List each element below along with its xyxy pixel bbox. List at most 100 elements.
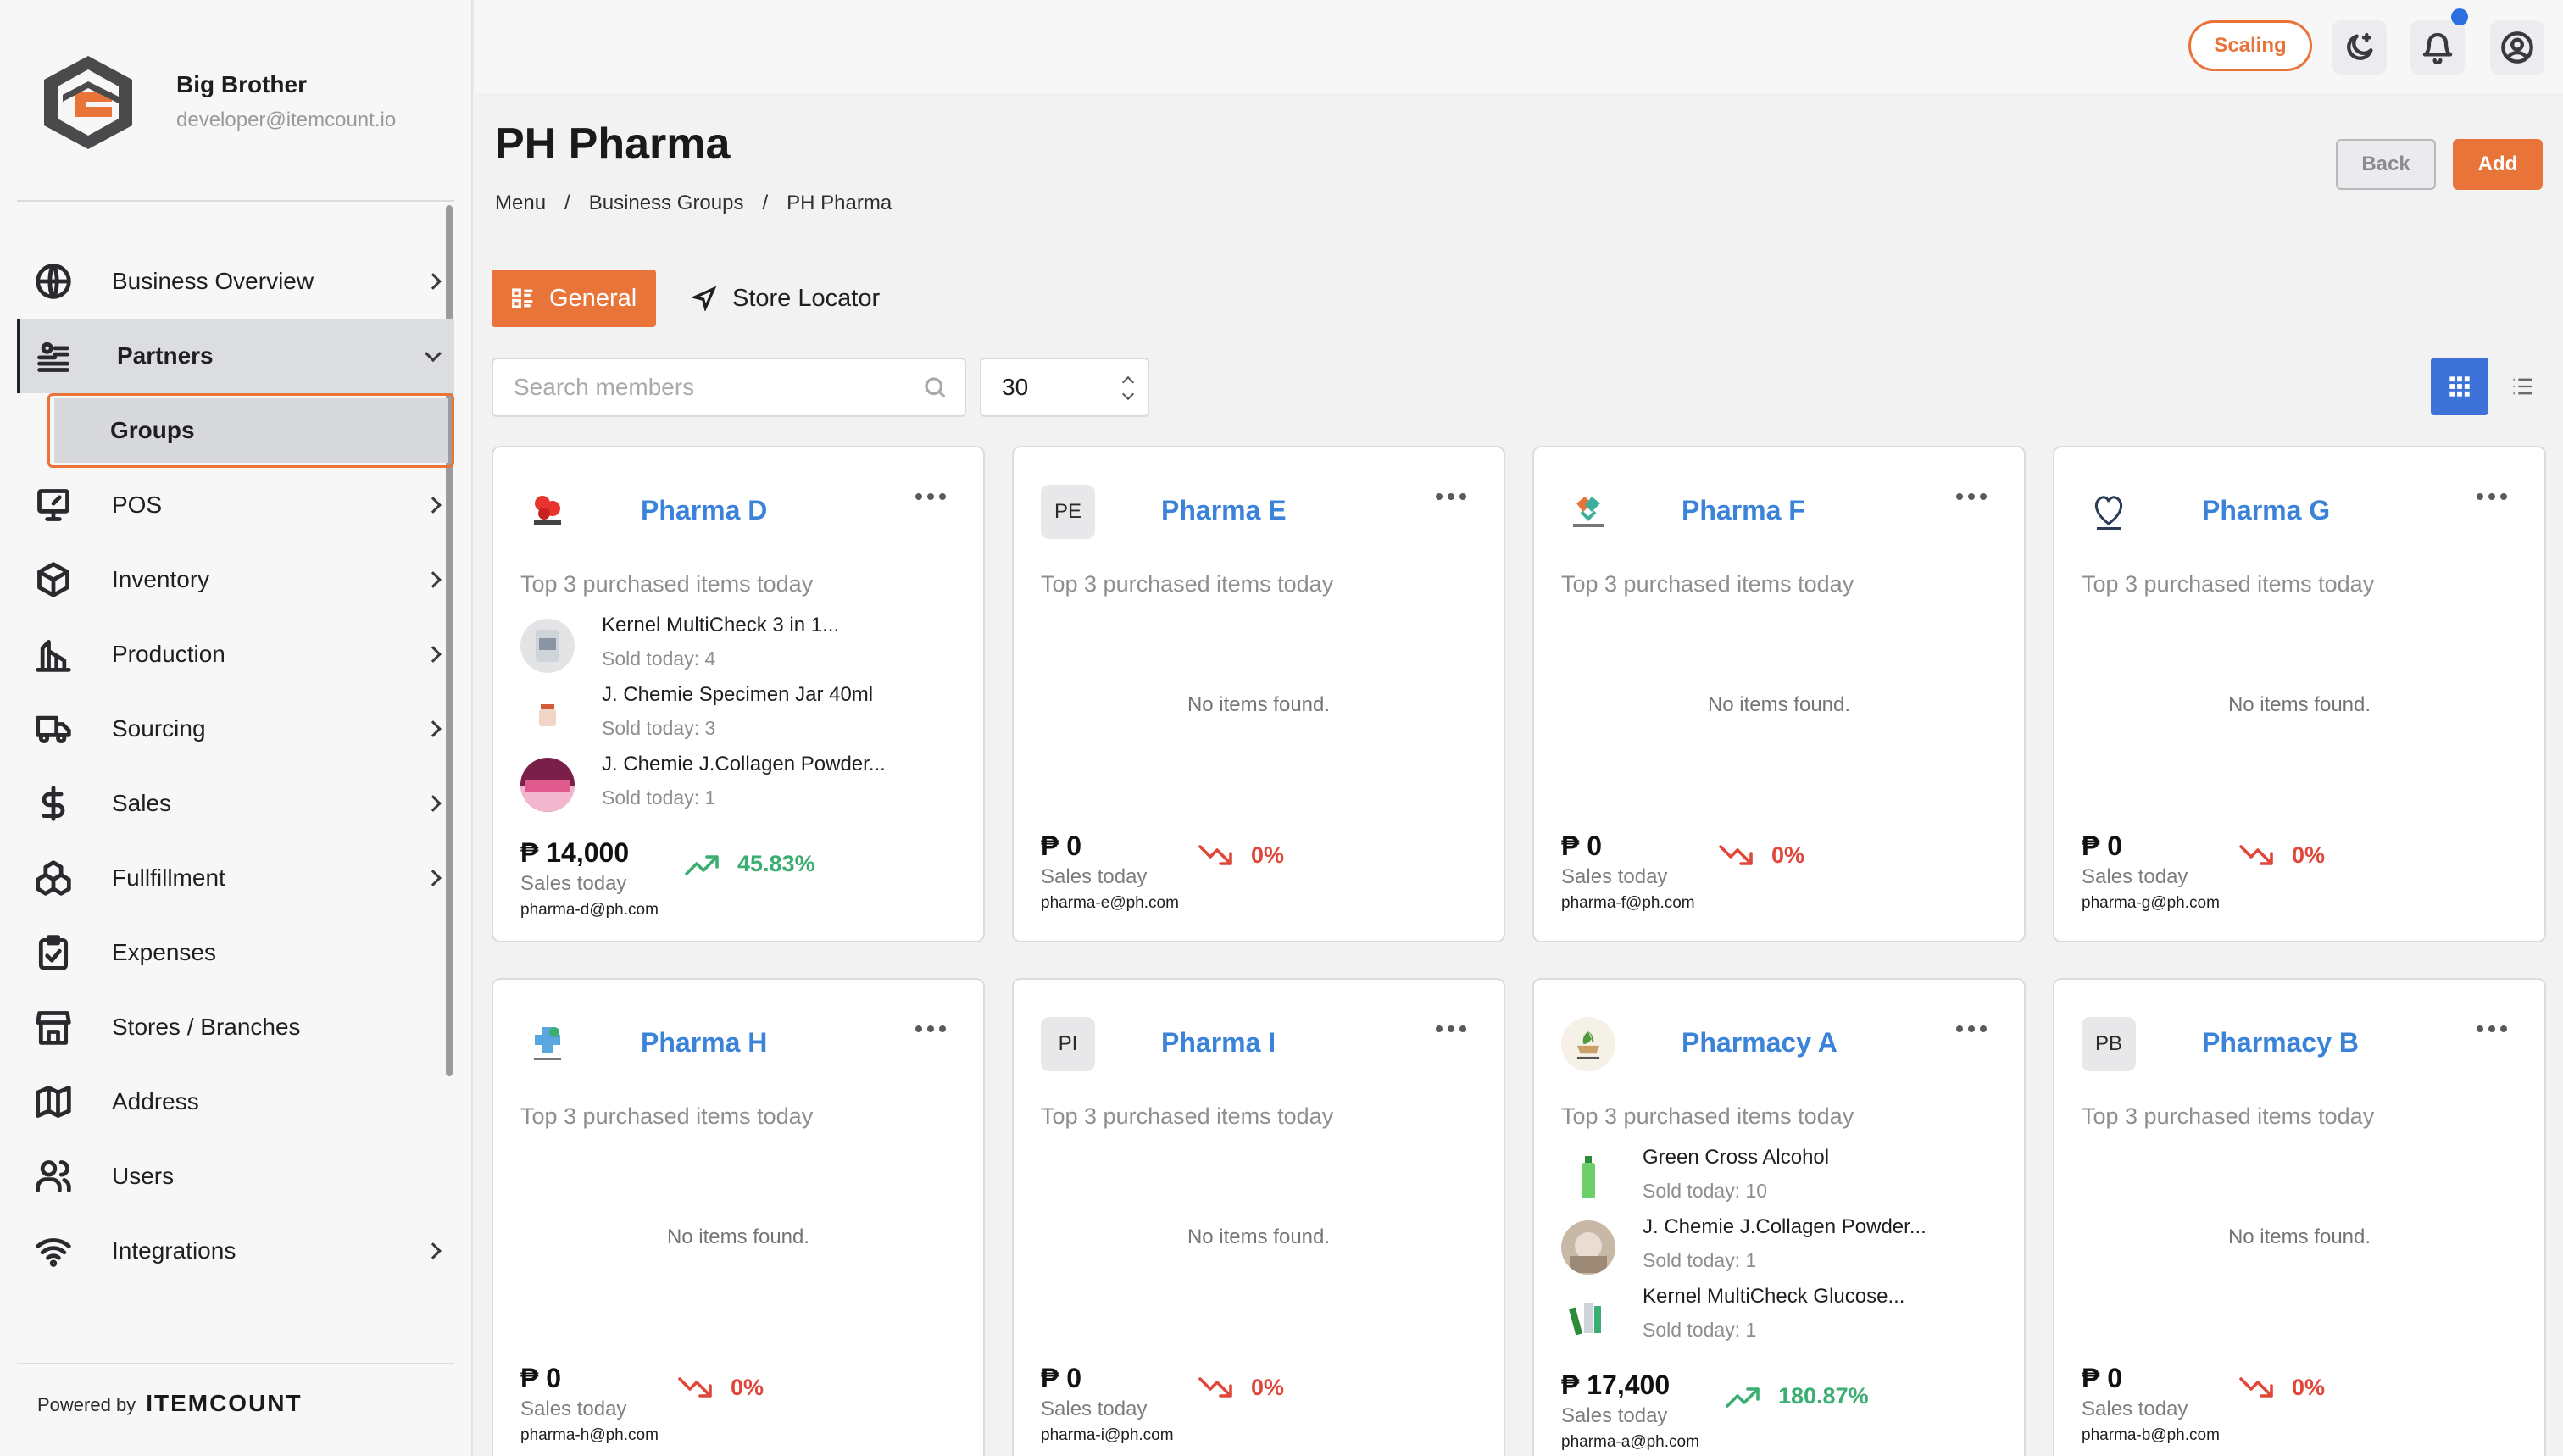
sidebar-item-sales[interactable]: Sales [17, 766, 454, 841]
sidebar-subitem-groups[interactable]: Groups [47, 393, 454, 468]
dark-mode-toggle[interactable] [2332, 20, 2387, 75]
app-root: Big Brother developer@itemcount.io Busin… [0, 0, 2563, 1456]
chevron-down-icon [425, 345, 442, 363]
partners-icon [34, 336, 73, 375]
member-card[interactable]: PE Pharma E Top 3 purchased items today … [1012, 446, 1505, 942]
search-input[interactable] [514, 374, 903, 401]
product-sold: Sold today: 1 [602, 786, 716, 809]
member-card[interactable]: PB Pharmacy B Top 3 purchased items toda… [2053, 978, 2546, 1456]
sales-label: Sales today [2082, 865, 2188, 888]
more-options-icon[interactable] [1956, 493, 1987, 500]
top-items-heading: Top 3 purchased items today [520, 1103, 814, 1129]
member-card[interactable]: Pharma G Top 3 purchased items today No … [2053, 446, 2546, 942]
trend-value: 0% [731, 1375, 764, 1400]
chevron-updown-icon [1121, 375, 1135, 401]
sales-trend: 180.87% [1726, 1383, 1869, 1409]
more-options-icon[interactable] [2477, 1025, 2507, 1032]
member-name[interactable]: Pharma F [1682, 495, 1805, 526]
chevron-right-icon [425, 1242, 442, 1259]
more-options-icon[interactable] [1436, 1025, 1466, 1032]
list-icon [2513, 378, 2532, 395]
member-card[interactable]: PI Pharma I Top 3 purchased items today … [1012, 978, 1505, 1456]
pharma-h-logo [520, 1017, 575, 1071]
navigation-icon [692, 286, 717, 311]
chevron-right-icon [425, 273, 442, 290]
tab-store-locator[interactable]: Store Locator [692, 270, 880, 327]
sidebar-item-pos[interactable]: POS [17, 468, 454, 542]
notifications-button[interactable] [2410, 8, 2468, 75]
sales-amount: ₱ 17,400 [1561, 1370, 1671, 1400]
sales-summary: ₱ 0 Sales today pharma-g@ph.com [2082, 831, 2220, 913]
profile-button[interactable] [2490, 20, 2544, 75]
sidebar-nav: Business Overview Partners Groups POS In [17, 244, 454, 1288]
member-name[interactable]: Pharma D [641, 495, 767, 526]
sales-summary: ₱ 17,400 Sales today pharma-a@ph.com [1561, 1370, 1699, 1452]
sidebar-subitem-label: Groups [110, 417, 195, 443]
trend-down-icon [2239, 844, 2273, 865]
empty-state: No items found. [1187, 693, 1331, 716]
member-email: pharma-b@ph.com [2082, 1426, 2220, 1444]
breadcrumb-menu[interactable]: Menu [495, 192, 546, 215]
member-name[interactable]: Pharma E [1161, 495, 1287, 526]
list-view-button[interactable] [2494, 358, 2551, 415]
sidebar-item-integrations[interactable]: Integrations [17, 1214, 454, 1288]
search-field [492, 358, 966, 417]
sales-label: Sales today [1041, 1398, 1148, 1420]
member-card[interactable]: Pharma D Top 3 purchased items today Ker… [492, 446, 985, 942]
more-options-icon[interactable] [915, 1025, 946, 1032]
itemcount-logo [44, 56, 132, 149]
more-options-icon[interactable] [1436, 493, 1466, 500]
sales-amount: ₱ 0 [1041, 1363, 1082, 1393]
sales-trend: 0% [678, 1375, 764, 1401]
trend-up-icon [685, 854, 719, 875]
member-email: pharma-d@ph.com [520, 901, 659, 919]
sidebar-item-expenses[interactable]: Expenses [17, 915, 454, 990]
breadcrumb-business-groups[interactable]: Business Groups [589, 192, 744, 215]
sidebar-item-business-overview[interactable]: Business Overview [17, 244, 454, 319]
member-name[interactable]: Pharmacy B [2202, 1027, 2359, 1059]
pharma-f-logo [1561, 485, 1615, 539]
sales-trend: 0% [1198, 1375, 1284, 1401]
member-name[interactable]: Pharma I [1161, 1027, 1276, 1059]
sales-trend: 0% [2239, 842, 2325, 869]
sidebar-item-stores-branches[interactable]: Stores / Branches [17, 990, 454, 1064]
member-email: pharma-e@ph.com [1041, 894, 1179, 912]
top-items-heading: Top 3 purchased items today [2082, 571, 2375, 597]
more-options-icon[interactable] [1956, 1025, 1987, 1032]
member-name[interactable]: Pharmacy A [1682, 1027, 1837, 1059]
sidebar-item-inventory[interactable]: Inventory [17, 542, 454, 617]
sales-label: Sales today [1041, 865, 1148, 888]
member-name[interactable]: Pharma H [641, 1027, 767, 1059]
member-name[interactable]: Pharma G [2202, 495, 2330, 526]
top-items-heading: Top 3 purchased items today [1561, 1103, 1854, 1129]
product-sold: Sold today: 10 [1643, 1180, 1768, 1202]
sidebar-item-sourcing[interactable]: Sourcing [17, 692, 454, 766]
sidebar-item-production[interactable]: Production [17, 617, 454, 692]
top-items-heading: Top 3 purchased items today [1041, 571, 1334, 597]
map-icon [34, 1082, 73, 1121]
member-card[interactable]: Pharma H Top 3 purchased items today No … [492, 978, 985, 1456]
list-details-icon [512, 288, 533, 308]
scaling-button[interactable]: Scaling [2188, 20, 2312, 71]
trend-down-icon [678, 1376, 712, 1398]
empty-state: No items found. [2227, 1225, 2371, 1248]
back-button[interactable]: Back [2336, 139, 2436, 190]
sidebar-item-fullfillment[interactable]: Fullfillment [17, 841, 454, 915]
page-size-select[interactable]: 30 [980, 358, 1149, 417]
breadcrumb-separator: / [762, 192, 769, 214]
add-button[interactable]: Add [2453, 139, 2543, 190]
member-card[interactable]: Pharma F Top 3 purchased items today No … [1532, 446, 2026, 942]
grid-view-button[interactable] [2431, 358, 2488, 415]
product-sold: Sold today: 1 [1643, 1319, 1757, 1341]
sales-amount: ₱ 0 [1041, 831, 1082, 861]
tab-general[interactable]: General [492, 270, 656, 327]
sidebar-item-users[interactable]: Users [17, 1139, 454, 1214]
sidebar-item-address[interactable]: Address [17, 1064, 454, 1139]
more-options-icon[interactable] [2477, 493, 2507, 500]
sidebar-item-partners[interactable]: Partners [17, 319, 454, 393]
sidebar-item-label: Sourcing [112, 715, 206, 742]
member-card[interactable]: Pharmacy A Top 3 purchased items today G… [1532, 978, 2026, 1456]
sidebar-footer-divider [17, 1363, 454, 1364]
sidebar-divider [17, 200, 454, 202]
more-options-icon[interactable] [915, 493, 946, 500]
